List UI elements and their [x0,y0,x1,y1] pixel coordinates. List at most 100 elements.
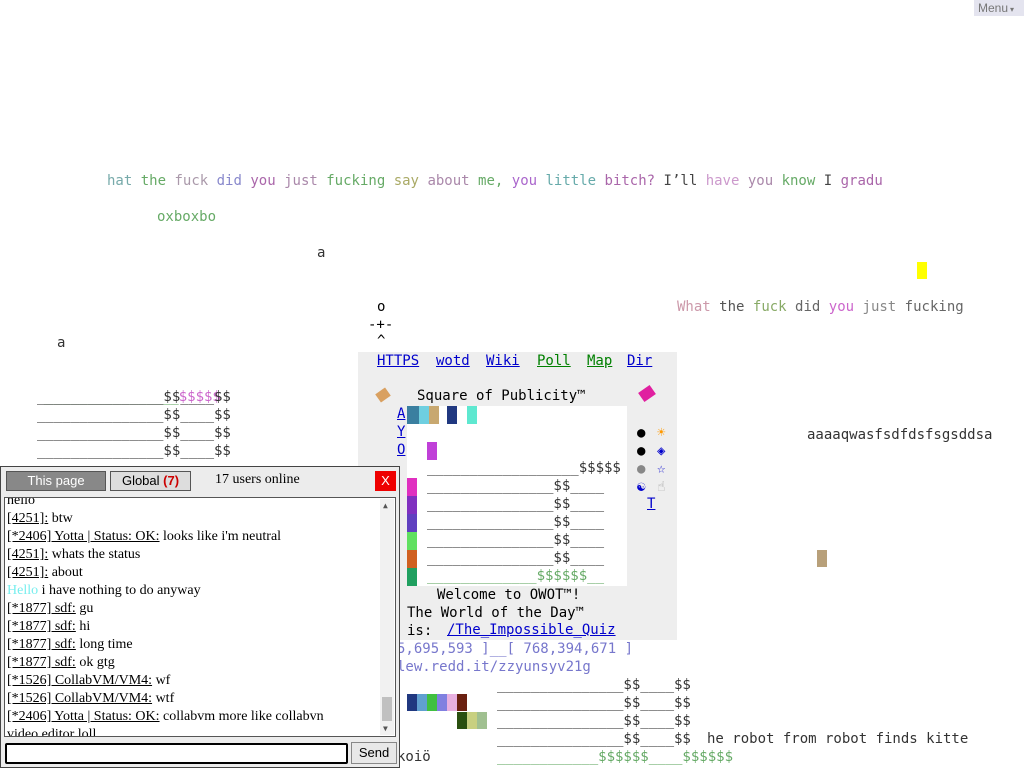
dark-dot-icon[interactable]: ● [637,442,645,460]
tab-this-page[interactable]: This page [6,471,106,491]
chat-nick[interactable]: [*2406] Yotta | Status: OK: [7,709,160,724]
world-word [787,299,795,315]
chat-input[interactable] [5,743,348,764]
world-text-aaaa[interactable]: aaaaqwasfsdfdsfsgsddsa [807,426,992,444]
world-word: you [511,173,538,189]
world-word: gradu [840,173,883,189]
chat-close-button[interactable]: X [375,471,396,491]
world-word: just [284,173,318,189]
art-center-row-2: _______________$$____ [427,478,605,494]
menu-button[interactable]: Menu ▾ [974,0,1024,16]
world-word [596,173,604,189]
world-text-line-2[interactable]: What the fuck did you just fucking [677,298,964,316]
world-word: fucking [326,173,386,189]
world-word: What [677,299,711,315]
chat-nick[interactable]: [*2406] Yotta | Status: OK: [7,529,160,544]
diamond-icon[interactable]: ◈ [657,442,665,460]
chat-message: [*1526] CollabVM/VM4: wtf [7,690,174,708]
world-text-koio[interactable]: koiö [397,748,431,766]
yin-yang-icon[interactable]: ☯ [637,478,645,496]
black-dot-icon[interactable]: ● [637,424,645,442]
world-word [820,299,828,315]
world-word [655,173,663,189]
world-word [132,173,140,189]
pencil-icon[interactable] [638,384,656,403]
chat-text: whats the status [48,547,141,562]
chat-nick[interactable]: [*1877] sdf: [7,637,76,652]
world-text-oxbox[interactable]: oxboxbo [157,208,216,226]
world-text-a[interactable]: a [317,244,325,262]
hand-icon[interactable]: ☝ [657,478,665,496]
coordinates-text[interactable]: 5,695,593 ]__[ 768,394,671 ] [397,640,633,658]
chat-nick[interactable]: [*1526] CollabVM/VM4: [7,673,152,688]
link-https[interactable]: HTTPS [377,353,419,369]
world-word: the [140,173,167,189]
side-link-o[interactable]: O [397,442,405,458]
sun-icon[interactable]: ☀ [657,424,665,442]
world-of-day-link[interactable]: /The_Impossible_Quiz [447,622,616,638]
art-bottom-row-2: _______________$$____$$ [497,695,691,711]
eraser-icon[interactable] [375,387,391,403]
pixel [407,694,417,711]
chat-nick[interactable]: [4251]: [7,547,48,562]
star-icon[interactable]: ☆ [657,460,665,478]
is-label: is: [407,623,433,639]
chat-nick[interactable]: [*1877] sdf: [7,655,76,670]
chevron-down-icon: ▾ [1010,5,1015,14]
art-center-row-6: _______________$$____ [427,550,605,566]
pixel [457,694,467,711]
pixel [427,442,437,460]
users-online-count: 17 users online [215,472,300,487]
art-left-row-2: _______________$$____$$ [37,407,231,423]
welcome-text: Welcome to OWOT™! [437,587,581,603]
chat-window: This page Global (7) 17 users online X v… [0,466,400,768]
world-word [697,173,705,189]
world-text-a-left[interactable]: a [57,334,65,352]
chat-log[interactable]: video editor loll [*2406] Yotta | Status:… [4,497,396,737]
link-wotd[interactable]: wotd [436,353,470,369]
chat-scrollbar[interactable]: ▲ ▼ [380,499,394,735]
chat-nick[interactable]: [4251]: [7,511,48,526]
link-poll[interactable]: Poll [537,353,571,369]
chat-message: [4251]: whats the status [7,546,140,564]
world-word [537,173,545,189]
chat-message: [*1877] sdf: long time [7,636,133,654]
chat-nick[interactable]: [4251]: [7,565,48,580]
world-word: about [427,173,470,189]
tab-global[interactable]: Global (7) [110,471,191,491]
link-map[interactable]: Map [587,353,612,369]
chat-text: about [48,565,83,580]
scroll-down-icon[interactable]: ▼ [383,724,388,733]
world-text-robot[interactable]: he robot from robot finds kitte [707,730,968,748]
scroll-thumb[interactable] [382,697,392,721]
art-center-row-1: __________________$$$$$ [427,460,621,476]
world-word [854,299,862,315]
redd-link-text[interactable]: lew.redd.it/zzyunsyv21g [397,658,591,676]
chat-message: video editor loll [7,726,96,736]
chat-nick[interactable]: [*1877] sdf: [7,601,76,616]
chat-nick[interactable]: [*1877] sdf: [7,619,76,634]
link-panel: HTTPS wotd Wiki Poll Map Dir Square of P… [358,352,677,640]
art-bottom-row-3: _______________$$____$$ [497,713,691,729]
world-text-line-1[interactable]: hat the fuck did you just fucking say ab… [107,172,883,190]
grey-dot-icon[interactable]: ● [637,460,645,478]
world-word: you [250,173,276,189]
send-button[interactable]: Send [351,742,397,764]
pixel [407,478,417,496]
pixel [447,406,457,424]
world-word: fuck [174,173,209,189]
world-of-day-label: The World of the Day™ [407,605,585,621]
side-link-a[interactable]: A [397,406,405,422]
chat-nick[interactable]: [*1526] CollabVM/VM4: [7,691,152,706]
chat-message: [4251]: btw [7,510,73,528]
chat-text: ok gtg [75,655,115,670]
pixel [407,514,417,532]
pixel [417,694,427,711]
link-wiki[interactable]: Wiki [486,353,520,369]
link-dir[interactable]: Dir [627,353,652,369]
chat-nick[interactable]: Hello [7,583,38,598]
text-link-t[interactable]: T [647,496,655,512]
side-link-y[interactable]: Y [397,424,405,440]
art-center-row-3: _______________$$____ [427,496,605,512]
scroll-up-icon[interactable]: ▲ [383,501,388,510]
